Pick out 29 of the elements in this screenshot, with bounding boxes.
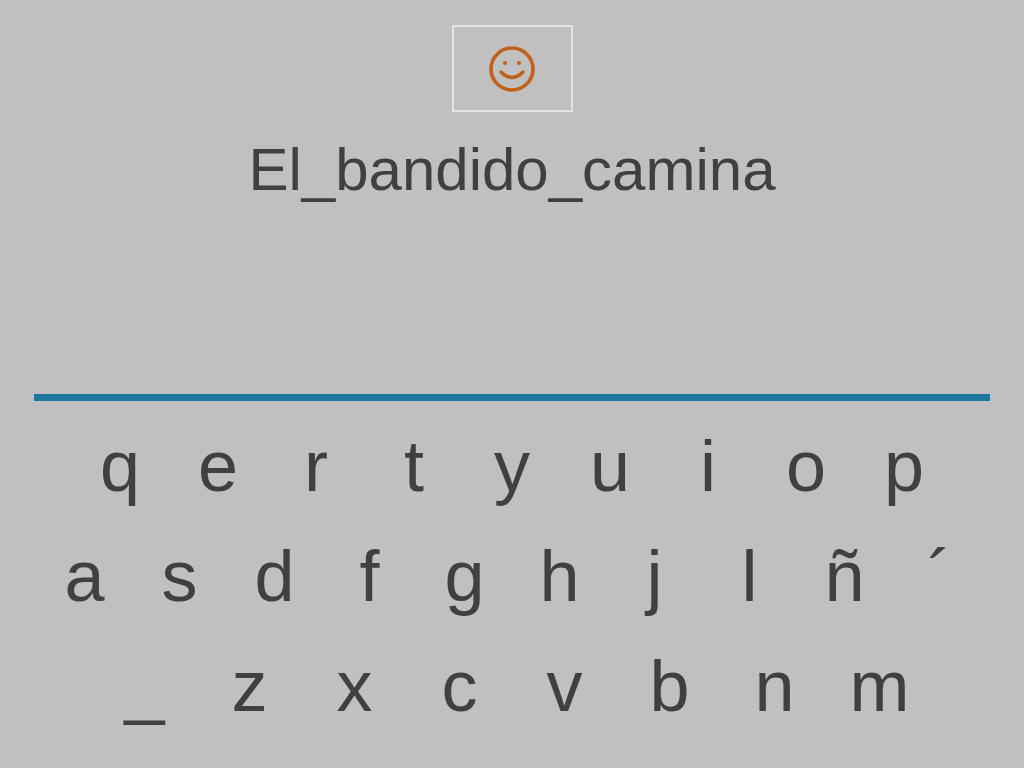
- key-button[interactable]: ´: [892, 531, 987, 621]
- key-button[interactable]: x: [302, 641, 407, 731]
- smiley-icon: [488, 44, 536, 93]
- key-button[interactable]: o: [757, 421, 855, 511]
- key-button[interactable]: b: [617, 641, 722, 731]
- key-button[interactable]: c: [407, 641, 512, 731]
- key-button[interactable]: s: [132, 531, 227, 621]
- key-button[interactable]: h: [512, 531, 607, 621]
- key-button[interactable]: q: [71, 421, 169, 511]
- key-button[interactable]: e: [169, 421, 267, 511]
- key-button[interactable]: t: [365, 421, 463, 511]
- key-button[interactable]: f: [322, 531, 417, 621]
- key-button[interactable]: p: [855, 421, 953, 511]
- key-button[interactable]: y: [463, 421, 561, 511]
- key-button[interactable]: r: [267, 421, 365, 511]
- key-button[interactable]: i: [659, 421, 757, 511]
- key-button[interactable]: g: [417, 531, 512, 621]
- key-button[interactable]: n: [722, 641, 827, 731]
- key-button[interactable]: v: [512, 641, 617, 731]
- key-button[interactable]: u: [561, 421, 659, 511]
- key-button[interactable]: ñ: [797, 531, 892, 621]
- key-button[interactable]: l: [702, 531, 797, 621]
- key-button[interactable]: m: [827, 641, 932, 731]
- key-button[interactable]: z: [197, 641, 302, 731]
- sentence-text: El_bandido_camina: [248, 135, 776, 205]
- key-button[interactable]: _: [92, 641, 197, 731]
- key-button[interactable]: d: [227, 531, 322, 621]
- key-button[interactable]: a: [37, 531, 132, 621]
- key-button[interactable]: j: [607, 531, 702, 621]
